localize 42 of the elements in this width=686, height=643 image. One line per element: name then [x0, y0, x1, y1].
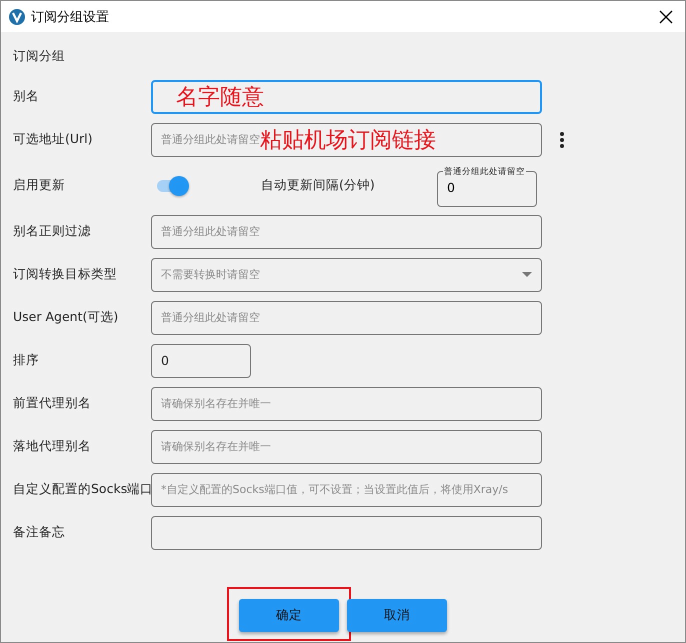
number-field[interactable]: 0 [151, 344, 251, 378]
annotation-text: 粘贴机场订阅链接 [260, 126, 436, 154]
field-label: User Agent(可选) [13, 309, 120, 326]
placeholder-text: 请确保别名存在并唯一 [161, 439, 271, 454]
field-label: 订阅转换目标类型 [13, 266, 118, 283]
field-label: 前置代理别名 [13, 395, 92, 412]
field-label: 排序 [13, 352, 40, 369]
placeholder-text: 普通分组此处请留空 [161, 310, 260, 325]
placeholder-text: 不需要转换时请留空 [161, 267, 260, 282]
dialog-button[interactable]: 确定 [239, 599, 339, 632]
text-field[interactable]: 请确保别名存在并唯一 [151, 386, 542, 420]
field-caption: 普通分组此处请留空 [443, 166, 526, 176]
field-label: 可选地址(Url) [13, 131, 94, 148]
select-field[interactable]: 不需要转换时请留空 [151, 258, 542, 292]
dialog-button[interactable]: 取消 [347, 599, 447, 632]
text-field[interactable]: *自定义配置的Socks端口值，可不设置；当设置此值后，将使用Xray/s [151, 472, 542, 506]
annotation-text: 名字随意 [176, 84, 264, 112]
field-label: 落地代理别名 [13, 438, 92, 455]
text-field[interactable]: 普通分组此处请留空 [151, 300, 542, 334]
text-field[interactable] [151, 516, 542, 550]
field-label: 备注备忘 [13, 524, 66, 541]
field-value: 0 [161, 353, 169, 368]
placeholder-text: 普通分组此处请留空 [161, 224, 260, 239]
interval-label: 自动更新间隔(分钟) [261, 177, 376, 194]
close-icon [659, 10, 673, 24]
placeholder-text: *自定义配置的Socks端口值，可不设置；当设置此值后，将使用Xray/s [161, 482, 508, 497]
dropdown-caret-icon [522, 272, 532, 277]
more-icon[interactable] [559, 130, 565, 148]
field-value: 0 [447, 180, 456, 194]
text-field[interactable]: 名字随意 [151, 80, 542, 114]
text-field[interactable]: 普通分组此处请留空 [151, 214, 542, 248]
window-title: 订阅分组设置 [31, 8, 110, 26]
placeholder-text: 请确保别名存在并唯一 [161, 396, 271, 411]
text-field[interactable]: 请确保别名存在并唯一 [151, 430, 542, 464]
interval-field[interactable]: 普通分组此处请留空 0 [437, 166, 537, 206]
field-label: 别名 [13, 88, 40, 105]
placeholder-text: 普通分组此处请留空 [161, 132, 260, 147]
app-logo-icon [9, 8, 25, 24]
section-title: 订阅分组 [13, 48, 65, 65]
field-label: 别名正则过滤 [13, 223, 92, 240]
field-label: 自定义配置的Socks端口 [13, 481, 151, 498]
field-label: 启用更新 [13, 177, 66, 194]
